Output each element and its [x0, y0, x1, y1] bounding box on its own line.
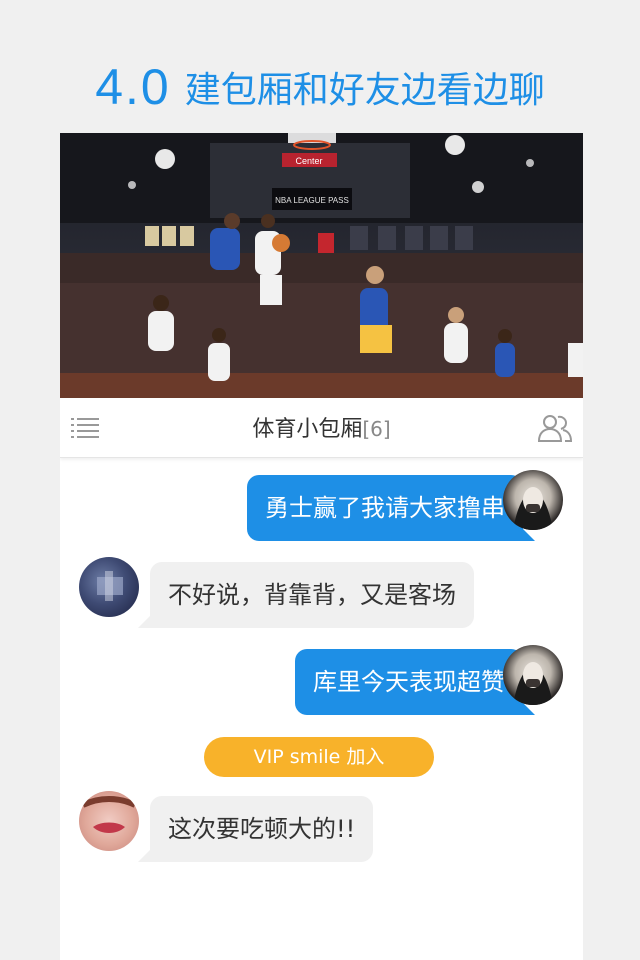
- live-video-player[interactable]: NBA LEAGUE PASS Center: [60, 133, 583, 398]
- members-icon[interactable]: [537, 412, 573, 444]
- room-name: 体育小包厢: [252, 417, 363, 442]
- basketball-game-image: NBA LEAGUE PASS Center: [60, 133, 583, 398]
- version-label: 4.0: [95, 59, 171, 115]
- friend-avatar[interactable]: [79, 557, 139, 617]
- slogan-text: 建包厢和好友边看边聊: [184, 70, 545, 111]
- friend-avatar[interactable]: [79, 791, 139, 851]
- room-title-bar: 体育小包厢[6]: [60, 398, 583, 458]
- user-avatar[interactable]: [503, 470, 563, 530]
- outgoing-message-bubble[interactable]: 勇士赢了我请大家撸串: [247, 475, 523, 541]
- incoming-message-bubble[interactable]: 这次要吃顿大的!!: [150, 796, 374, 862]
- outgoing-message-bubble[interactable]: 库里今天表现超赞: [295, 649, 523, 715]
- app-headline: 4.0 建包厢和好友边看边聊: [0, 58, 640, 116]
- member-count: [6]: [362, 417, 391, 441]
- member-joined-notice: VIP smile 加入: [204, 737, 434, 777]
- league-pass-text: NBA LEAGUE PASS: [275, 196, 349, 205]
- chat-room-card: NBA LEAGUE PASS Center 体育小包厢[6] 勇士赢了我请大家…: [60, 133, 583, 960]
- room-title: 体育小包厢[6]: [60, 411, 583, 443]
- arena-sign-text: Center: [295, 156, 322, 166]
- chat-messages: 勇士赢了我请大家撸串 不好说，背靠背，又是客场 库里今天表现超赞 VIP smi…: [60, 458, 583, 958]
- incoming-message-bubble[interactable]: 不好说，背靠背，又是客场: [150, 562, 474, 628]
- user-avatar[interactable]: [503, 645, 563, 705]
